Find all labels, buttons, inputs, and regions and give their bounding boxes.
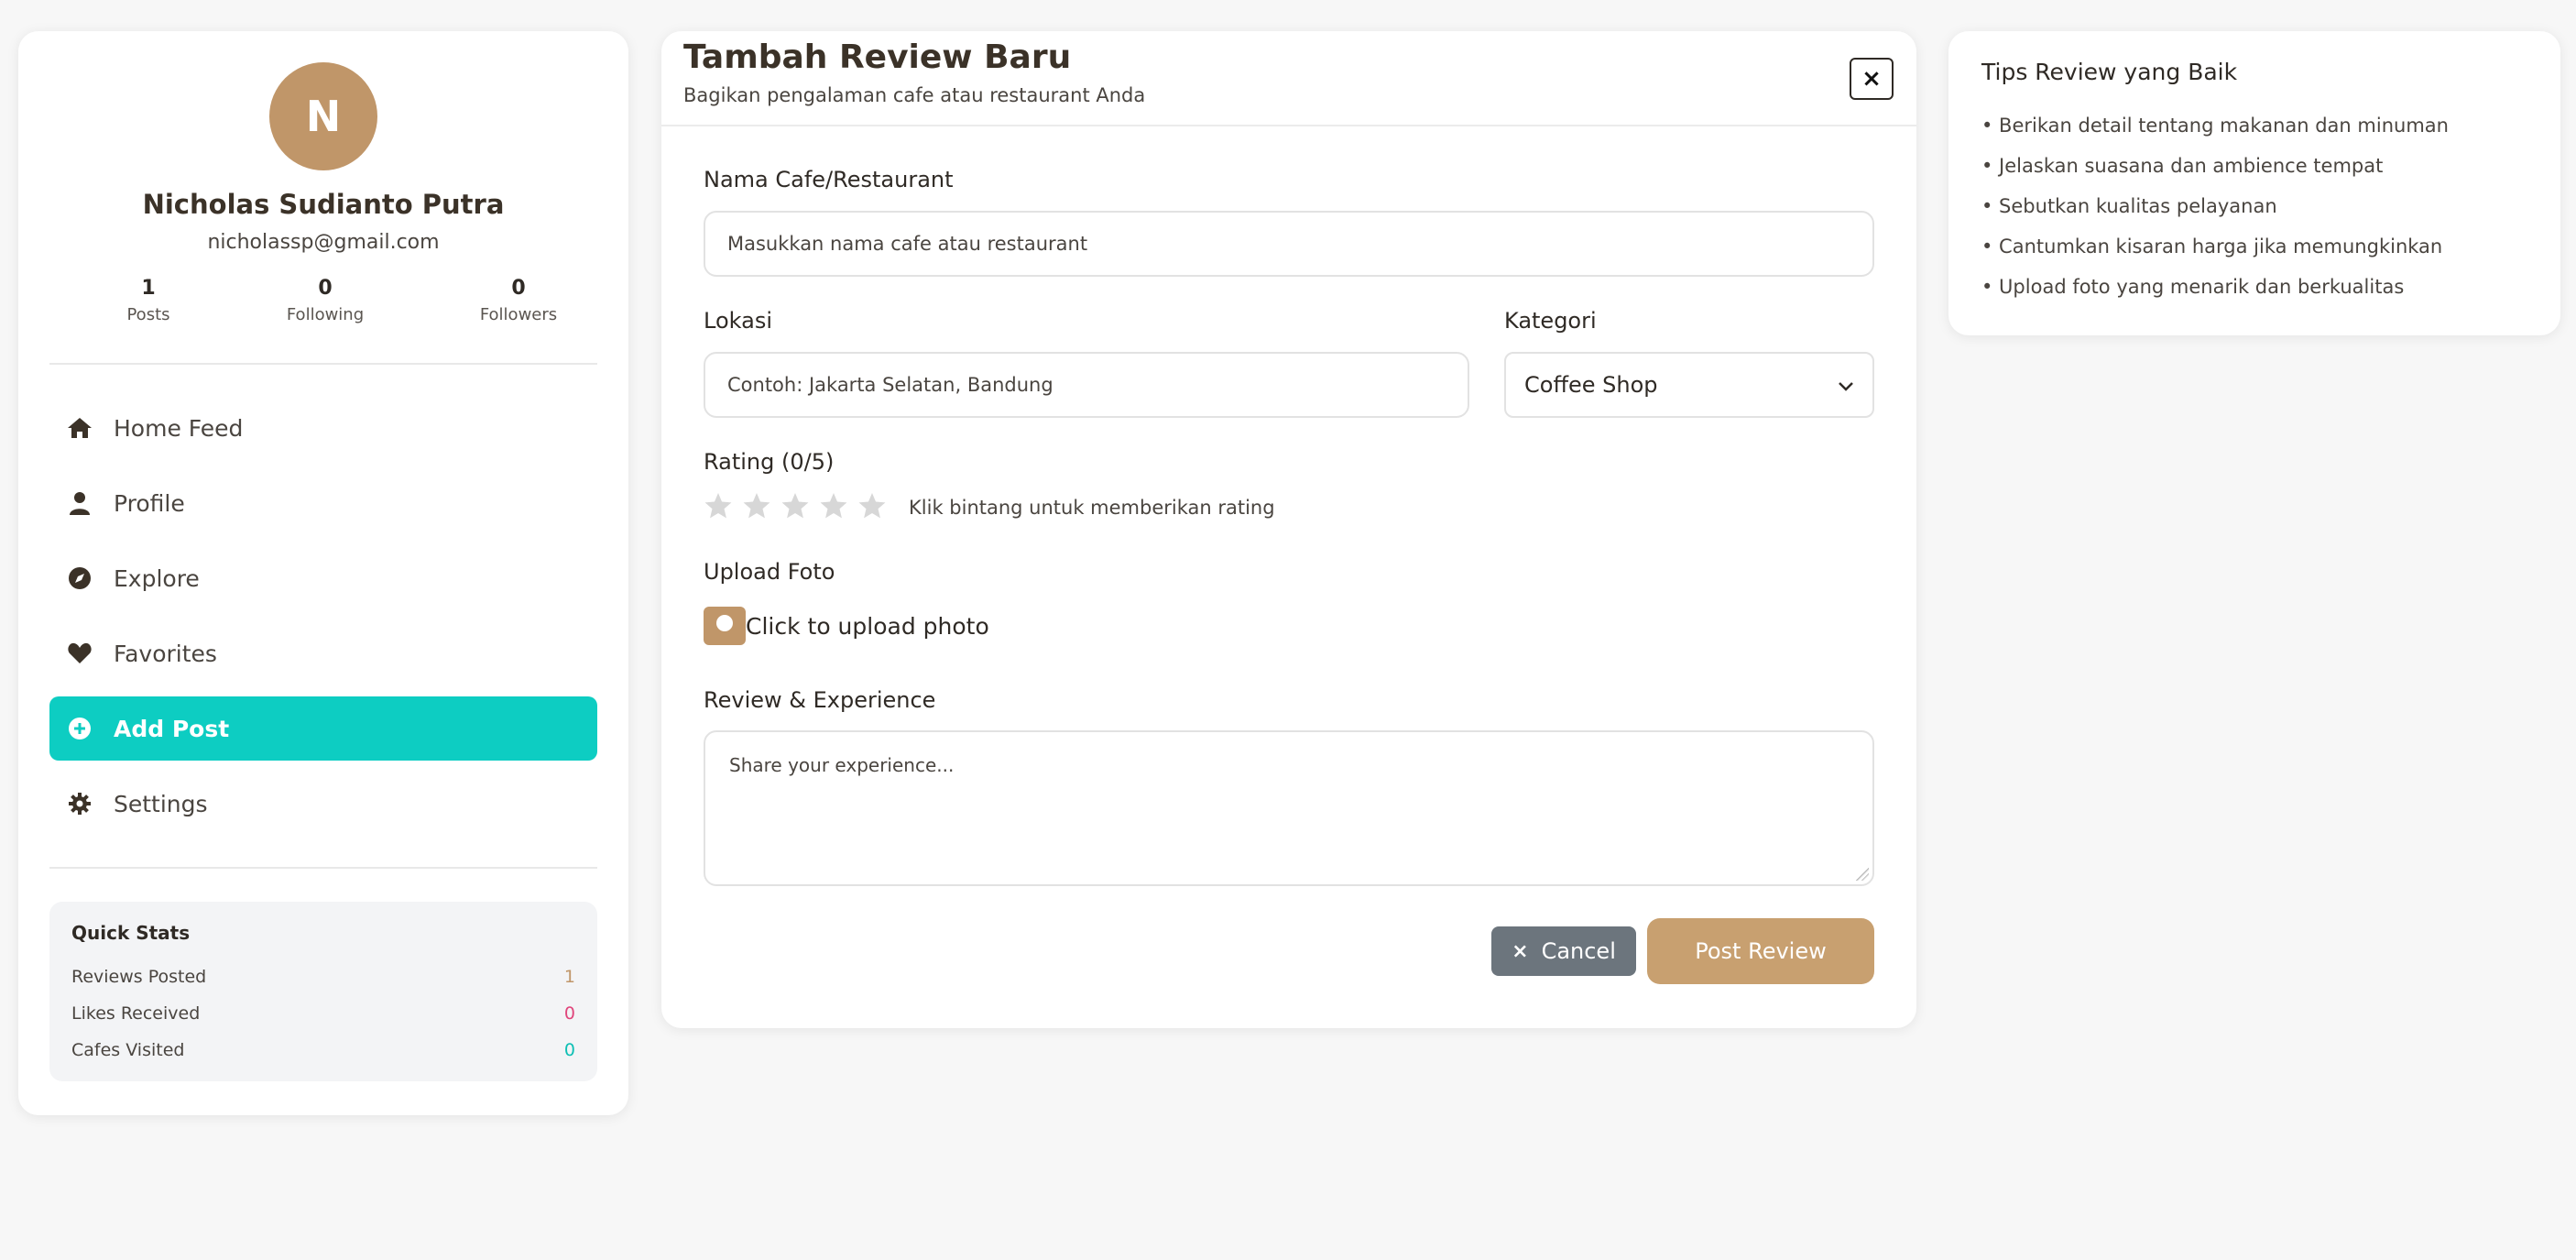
divider	[49, 867, 597, 869]
nav-item-explore[interactable]: Explore	[49, 546, 597, 610]
compass-icon	[66, 564, 93, 592]
rating-label: Rating (0/5)	[704, 449, 835, 475]
post-review-button[interactable]: Post Review	[1647, 918, 1874, 984]
stat-following-value: 0	[318, 277, 333, 300]
tips-card: Tips Review yang Baik • Berikan detail t…	[1948, 31, 2560, 335]
quick-stats-value: 0	[563, 1003, 575, 1024]
tip-item: • Upload foto yang menarik dan berkualit…	[1981, 276, 2405, 298]
heart-icon	[66, 640, 93, 667]
tip-item: • Sebutkan kualitas pelayanan	[1981, 195, 2277, 217]
nav-item-label: Settings	[114, 790, 208, 817]
name-input-placeholder: Masukkan nama cafe atau restaurant	[727, 233, 1088, 255]
gear-icon	[66, 790, 93, 817]
upload-label: Upload Foto	[704, 559, 835, 585]
nav-item-label: Add Post	[114, 715, 230, 742]
stat-posts: 1 Posts	[80, 277, 217, 324]
name-input[interactable]: Masukkan nama cafe atau restaurant	[704, 211, 1874, 277]
quick-stats-panel: Quick Stats Reviews Posted 1 Likes Recei…	[49, 902, 597, 1081]
review-textarea-placeholder: Share your experience...	[729, 754, 955, 776]
close-icon: ×	[1861, 65, 1882, 93]
quick-stats-row: Reviews Posted 1	[71, 959, 575, 995]
home-icon	[66, 414, 93, 442]
quick-stats-label: Cafes Visited	[71, 1040, 185, 1060]
quick-stats-label: Reviews Posted	[71, 967, 207, 987]
nav-item-add-post[interactable]: Add Post	[49, 696, 597, 761]
cancel-button[interactable]: × Cancel	[1491, 926, 1636, 976]
star-icon[interactable]	[742, 491, 771, 520]
category-select-value: Coffee Shop	[1524, 372, 1658, 398]
user-name: Nicholas Sudianto Putra	[142, 189, 505, 220]
nav-item-label: Explore	[114, 564, 200, 592]
rating-hint: Klik bintang untuk memberikan rating	[909, 497, 1275, 519]
quick-stats-label: Likes Received	[71, 1003, 201, 1024]
star-icon[interactable]	[704, 491, 733, 520]
location-input[interactable]: Contoh: Jakarta Selatan, Bandung	[704, 352, 1469, 418]
nav-item-label: Profile	[114, 489, 185, 517]
star-icon[interactable]	[780, 491, 810, 520]
quick-stats-row: Likes Received 0	[71, 995, 575, 1032]
star-icon[interactable]	[819, 491, 848, 520]
nav-item-profile[interactable]: Profile	[49, 471, 597, 535]
user-email: nicholassp@gmail.com	[207, 231, 440, 254]
tips-title: Tips Review yang Baik	[1981, 59, 2238, 85]
nav-item-home-feed[interactable]: Home Feed	[49, 396, 597, 460]
avatar[interactable]: N	[269, 62, 377, 170]
quick-stats-value: 1	[563, 967, 575, 987]
review-label: Review & Experience	[704, 687, 936, 713]
stat-followers-label: Followers	[479, 305, 558, 324]
upload-photo-button[interactable]: Click to upload photo	[704, 607, 989, 645]
profile-sidebar: N Nicholas Sudianto Putra nicholassp@gma…	[18, 31, 628, 1115]
stat-following: 0 Following	[257, 277, 394, 324]
cancel-button-label: Cancel	[1541, 938, 1616, 964]
quick-stats-row: Cafes Visited 0	[71, 1032, 575, 1068]
location-input-placeholder: Contoh: Jakarta Selatan, Bandung	[727, 374, 1053, 396]
tip-item: • Cantumkan kisaran harga jika memungkin…	[1981, 236, 2443, 257]
nav-item-label: Favorites	[114, 640, 217, 667]
category-select[interactable]: Coffee Shop	[1504, 352, 1874, 418]
quick-stats-value: 0	[563, 1040, 575, 1060]
nav-item-label: Home Feed	[114, 414, 244, 442]
close-button[interactable]: ×	[1850, 58, 1894, 100]
user-icon	[66, 489, 93, 517]
nav-item-settings[interactable]: Settings	[49, 772, 597, 836]
rating-stars	[704, 491, 887, 520]
tip-item: • Jelaskan suasana dan ambience tempat	[1981, 155, 2384, 177]
nav-item-favorites[interactable]: Favorites	[49, 621, 597, 685]
stat-followers-value: 0	[511, 277, 526, 300]
stat-posts-label: Posts	[126, 305, 170, 324]
quick-stats-title: Quick Stats	[71, 922, 191, 944]
camera-icon	[704, 607, 746, 645]
chevron-down-icon	[1838, 372, 1854, 398]
stat-following-label: Following	[286, 305, 365, 324]
plus-circle-icon	[66, 715, 93, 742]
form-header: Tambah Review Baru Bagikan pengalaman ca…	[661, 31, 1916, 126]
location-label: Lokasi	[704, 308, 772, 334]
category-label: Kategori	[1504, 308, 1597, 334]
close-icon: ×	[1512, 939, 1529, 963]
stat-posts-value: 1	[141, 277, 156, 300]
resize-handle[interactable]	[1856, 868, 1869, 881]
form-title: Tambah Review Baru	[683, 38, 1072, 76]
add-review-form: Tambah Review Baru Bagikan pengalaman ca…	[661, 31, 1916, 1028]
tip-item: • Berikan detail tentang makanan dan min…	[1981, 115, 2449, 137]
form-subtitle: Bagikan pengalaman cafe atau restaurant …	[683, 84, 1146, 106]
stat-followers: 0 Followers	[450, 277, 587, 324]
upload-photo-text: Click to upload photo	[746, 612, 989, 640]
post-review-label: Post Review	[1695, 938, 1827, 964]
review-textarea[interactable]: Share your experience...	[704, 730, 1874, 886]
star-icon[interactable]	[857, 491, 887, 520]
divider	[49, 363, 597, 365]
name-label: Nama Cafe/Restaurant	[704, 167, 954, 192]
